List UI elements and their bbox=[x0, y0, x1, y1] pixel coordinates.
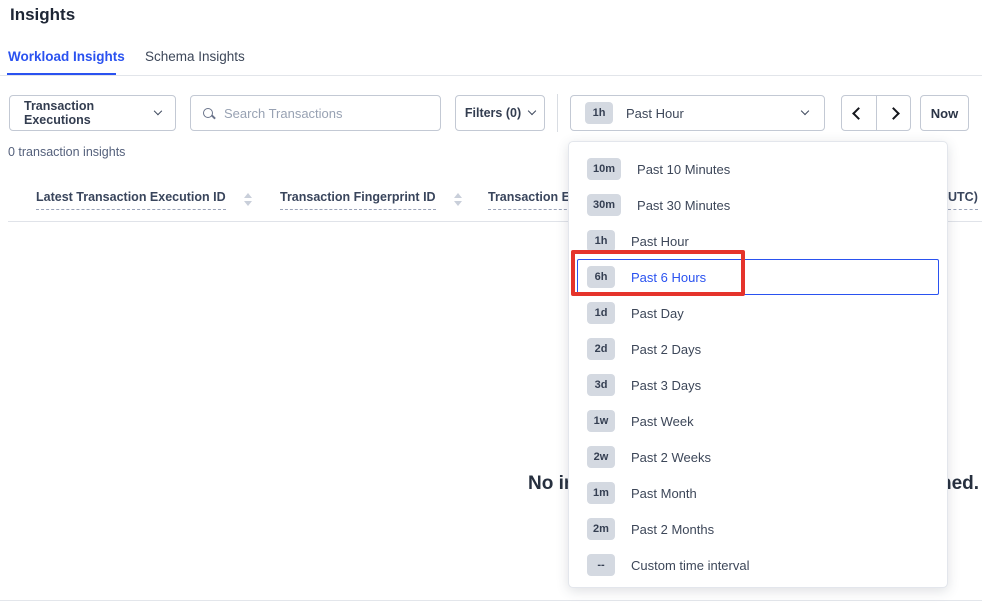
time-option-3d[interactable]: 3d Past 3 Days bbox=[577, 367, 939, 403]
time-option-badge: 1m bbox=[587, 482, 615, 504]
time-option-1w[interactable]: 1w Past Week bbox=[577, 403, 939, 439]
time-option-badge: 2d bbox=[587, 338, 615, 360]
time-option-label: Past 3 Days bbox=[631, 378, 701, 393]
column-label: Transaction Fingerprint ID bbox=[280, 190, 436, 210]
page-title: Insights bbox=[10, 5, 75, 25]
time-option-1m[interactable]: 1m Past Month bbox=[577, 475, 939, 511]
column-header-1[interactable]: Transaction Fingerprint ID bbox=[280, 190, 462, 210]
now-button-label: Now bbox=[931, 106, 958, 121]
time-option-label: Past 30 Minutes bbox=[637, 198, 730, 213]
time-option-label: Past Month bbox=[631, 486, 697, 501]
time-option-label: Past 10 Minutes bbox=[637, 162, 730, 177]
search-input[interactable] bbox=[222, 105, 428, 122]
chevron-right-icon bbox=[887, 107, 900, 120]
time-interval-select[interactable]: 1h Past Hour bbox=[570, 95, 825, 131]
time-interval-dropdown: 10m Past 10 Minutes 30m Past 30 Minutes 1h Pa… bbox=[568, 141, 948, 588]
column-label: Latest Transaction Execution ID bbox=[36, 190, 226, 210]
time-option-1d[interactable]: 1d Past Day bbox=[577, 295, 939, 331]
time-option-label: Past Week bbox=[631, 414, 694, 429]
time-option-label: Past 2 Weeks bbox=[631, 450, 711, 465]
time-option-2w[interactable]: 2w Past 2 Weeks bbox=[577, 439, 939, 475]
column-header-3: UTC) bbox=[948, 190, 978, 210]
time-option-label: Past Hour bbox=[631, 234, 689, 249]
time-option-label: Past 2 Days bbox=[631, 342, 701, 357]
time-option-badge: 1d bbox=[587, 302, 615, 324]
time-option-badge: 1h bbox=[587, 230, 615, 252]
time-option-badge: 30m bbox=[587, 194, 621, 216]
tab-schema-insights[interactable]: Schema Insights bbox=[145, 49, 245, 64]
time-option-badge: 2w bbox=[587, 446, 615, 468]
time-option-badge: 10m bbox=[587, 158, 621, 180]
time-option---[interactable]: -- Custom time interval bbox=[577, 547, 939, 583]
filters-button[interactable]: Filters (0) bbox=[455, 95, 545, 131]
time-option-badge: 6h bbox=[587, 266, 615, 288]
column-label: Transaction Ex bbox=[488, 190, 577, 210]
sort-icon[interactable] bbox=[244, 190, 252, 206]
prev-interval-button[interactable] bbox=[842, 96, 876, 130]
time-option-label: Past Day bbox=[631, 306, 684, 321]
tabs-divider bbox=[0, 75, 982, 76]
time-option-30m[interactable]: 30m Past 30 Minutes bbox=[577, 187, 939, 223]
time-option-badge: 3d bbox=[587, 374, 615, 396]
time-option-2d[interactable]: 2d Past 2 Days bbox=[577, 331, 939, 367]
time-option-10m[interactable]: 10m Past 10 Minutes bbox=[577, 151, 939, 187]
next-interval-button[interactable] bbox=[876, 96, 910, 130]
sort-icon[interactable] bbox=[454, 190, 462, 206]
insight-type-select[interactable]: Transaction Executions bbox=[9, 95, 176, 131]
time-option-2m[interactable]: 2m Past 2 Months bbox=[577, 511, 939, 547]
time-option-badge: 2m bbox=[587, 518, 615, 540]
chevron-down-icon bbox=[801, 107, 809, 115]
time-option-badge: -- bbox=[587, 554, 615, 576]
insight-type-select-label: Transaction Executions bbox=[24, 99, 155, 127]
time-option-label: Past 2 Months bbox=[631, 522, 714, 537]
time-option-badge: 1w bbox=[587, 410, 615, 432]
now-button[interactable]: Now bbox=[920, 95, 969, 131]
time-option-label: Custom time interval bbox=[631, 558, 749, 573]
search-icon bbox=[203, 108, 213, 118]
time-interval-label: Past Hour bbox=[626, 106, 684, 121]
time-option-1h[interactable]: 1h Past Hour bbox=[577, 223, 939, 259]
insights-page: Insights Workload Insights Schema Insigh… bbox=[0, 0, 982, 605]
table-bottom-border bbox=[0, 600, 982, 601]
filters-button-label: Filters (0) bbox=[465, 106, 521, 120]
toolbar-divider bbox=[557, 94, 558, 132]
results-count: 0 transaction insights bbox=[8, 145, 125, 159]
column-label: UTC) bbox=[948, 190, 978, 210]
column-header-0[interactable]: Latest Transaction Execution ID bbox=[36, 190, 252, 210]
tab-workload-insights[interactable]: Workload Insights bbox=[8, 49, 125, 64]
time-option-6h[interactable]: 6h Past 6 Hours bbox=[577, 259, 939, 295]
column-header-2: Transaction Ex bbox=[488, 190, 577, 210]
chevron-down-icon bbox=[528, 107, 536, 115]
chevron-left-icon bbox=[853, 107, 866, 120]
search-box[interactable] bbox=[190, 95, 441, 131]
time-option-label: Past 6 Hours bbox=[631, 270, 706, 285]
time-pager bbox=[841, 95, 911, 131]
time-interval-badge: 1h bbox=[585, 102, 613, 124]
